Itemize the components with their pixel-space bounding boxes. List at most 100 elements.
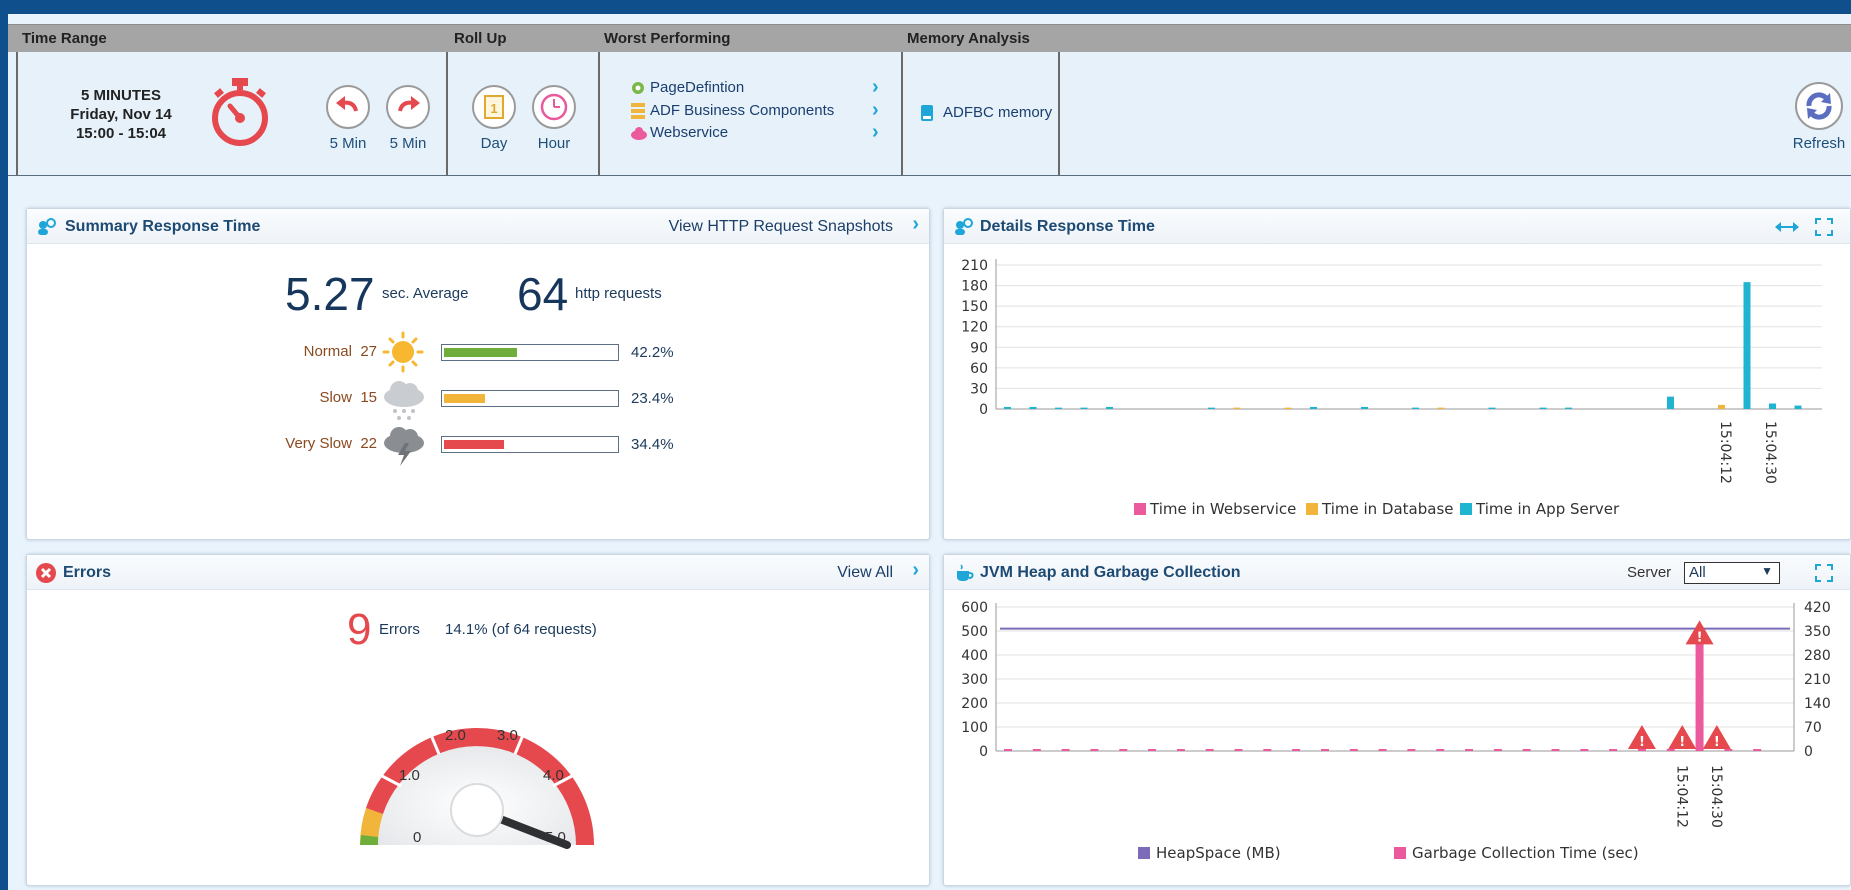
bar bbox=[1029, 406, 1037, 409]
y-tick-label: 180 bbox=[961, 279, 988, 295]
normal-count: 27 bbox=[360, 343, 377, 360]
memory-analysis-header: Memory Analysis bbox=[907, 30, 1030, 47]
view-all-link[interactable]: View All bbox=[837, 564, 893, 582]
error-gauge: 0 1.0 2.0 3.0 4.0 5.0 bbox=[360, 727, 594, 849]
y-tick-label: 120 bbox=[961, 320, 988, 336]
divider bbox=[901, 52, 903, 176]
y2-tick-label: 280 bbox=[1804, 648, 1831, 664]
y2-tick-label: 420 bbox=[1804, 600, 1831, 616]
y-tick-label: 210 bbox=[961, 258, 988, 274]
bar bbox=[1284, 407, 1292, 409]
very-slow-count: 22 bbox=[360, 435, 377, 452]
panel-header: Errors View All › bbox=[27, 555, 929, 590]
calendar-icon: 1 bbox=[484, 95, 504, 119]
y-tick-label: 150 bbox=[961, 299, 988, 315]
bar bbox=[1055, 407, 1062, 409]
error-icon bbox=[36, 563, 56, 583]
toolbar: 5 MINUTES Friday, Nov 14 15:00 - 15:04 5… bbox=[8, 52, 1851, 176]
y-tick-label: 100 bbox=[961, 720, 988, 736]
bar bbox=[1488, 407, 1496, 409]
cloud-snow-icon bbox=[384, 381, 424, 420]
chevron-right-icon[interactable]: › bbox=[912, 559, 919, 582]
bar bbox=[1769, 403, 1776, 409]
view-http-snapshots-link[interactable]: View HTTP Request Snapshots bbox=[669, 218, 893, 236]
panel-header: Summary Response Time View HTTP Request … bbox=[27, 209, 929, 244]
rollup-day-button[interactable]: 1 bbox=[472, 85, 516, 129]
jvm-chart: 0 100 200 300 400 500 600 0 70 140 210 280 350 420!!!… bbox=[961, 600, 1831, 862]
back-5min-button[interactable] bbox=[326, 85, 370, 129]
legend-label: Time in Database bbox=[1321, 500, 1454, 518]
stopwatch-icon bbox=[212, 78, 268, 146]
bar bbox=[1667, 396, 1674, 409]
panel-title: Summary Response Time bbox=[65, 218, 261, 235]
slow-pct: 23.4% bbox=[631, 390, 674, 407]
jvm-panel: JVM Heap and Garbage Collection Server A… bbox=[943, 554, 1851, 886]
bar bbox=[1743, 282, 1751, 409]
forward-5min-button[interactable] bbox=[386, 85, 430, 129]
y2-tick-label: 0 bbox=[1804, 744, 1813, 760]
request-count: 64 bbox=[517, 268, 569, 320]
very-slow-bar-fill bbox=[444, 440, 504, 449]
bar bbox=[1539, 407, 1547, 409]
bar bbox=[1437, 407, 1445, 409]
bar bbox=[1080, 407, 1088, 409]
bar bbox=[1565, 407, 1572, 409]
y-tick-label: 600 bbox=[961, 600, 988, 616]
slow-label: Slow 15 bbox=[319, 389, 377, 406]
worst-performing-header: Worst Performing bbox=[604, 30, 731, 47]
summary-response-panel: Summary Response Time View HTTP Request … bbox=[26, 208, 930, 540]
y-tick-label: 500 bbox=[961, 624, 988, 640]
gauge-tick-0: 0 bbox=[413, 829, 421, 846]
arrow-left-icon bbox=[336, 96, 358, 112]
refresh-icon bbox=[1806, 92, 1832, 120]
time-date: Friday, Nov 14 bbox=[70, 106, 172, 123]
database-icon bbox=[631, 103, 645, 119]
legend-label: HeapSpace (MB) bbox=[1156, 844, 1281, 862]
bar bbox=[1233, 407, 1241, 409]
normal-bar bbox=[441, 344, 619, 361]
bar bbox=[1310, 406, 1317, 409]
rollup-hour-label: Hour bbox=[537, 135, 571, 152]
y-tick-label: 60 bbox=[970, 361, 988, 377]
rollup-hour-button[interactable] bbox=[532, 85, 576, 129]
normal-bar-fill bbox=[444, 348, 518, 357]
legend-swatch bbox=[1394, 847, 1406, 859]
rollup-day-label: Day bbox=[480, 135, 508, 152]
divider bbox=[446, 52, 448, 176]
gauge-tick-2: 2.0 bbox=[445, 727, 466, 744]
clock-icon bbox=[540, 93, 568, 121]
x-tick-label: 15:04:12 bbox=[1673, 765, 1689, 828]
bar bbox=[1004, 406, 1011, 409]
roll-up-header: Roll Up bbox=[454, 30, 507, 47]
details-response-panel: Details Response Time 0 30 60 90 120 150 180 21… bbox=[943, 208, 1851, 540]
sun-icon bbox=[382, 331, 424, 373]
refresh-button[interactable] bbox=[1795, 82, 1843, 130]
legend-swatch bbox=[1460, 503, 1472, 515]
chevron-right-icon[interactable]: › bbox=[912, 213, 919, 236]
error-count: 9 bbox=[347, 605, 372, 654]
error-percentage: 14.1% (of 64 requests) bbox=[445, 621, 597, 638]
normal-pct: 42.2% bbox=[631, 344, 674, 361]
y-tick-label: 300 bbox=[961, 672, 988, 688]
y2-tick-label: 350 bbox=[1804, 624, 1831, 640]
divider bbox=[16, 52, 18, 176]
users-icon bbox=[38, 218, 56, 235]
details-chart: 0 30 60 90 120 150 180 210 15:04:12 15:04:30 Time … bbox=[961, 258, 1822, 518]
worst-item-label: Webservice bbox=[650, 124, 729, 141]
gauge-tick-4: 4.0 bbox=[543, 767, 564, 784]
bar bbox=[1208, 407, 1215, 409]
bar bbox=[1794, 405, 1802, 409]
slow-bar-fill bbox=[444, 394, 485, 403]
time-window: 5 MINUTES bbox=[80, 87, 161, 104]
worst-item-label: ADF Business Components bbox=[650, 102, 835, 119]
forward-5min-label: 5 Min bbox=[389, 135, 427, 152]
legend-label: Time in Webservice bbox=[1149, 500, 1296, 518]
bar bbox=[1106, 406, 1113, 409]
average-value: 5.27 bbox=[285, 268, 375, 320]
average-label: sec. Average bbox=[382, 285, 469, 302]
errors-panel: Errors View All › 9 Errors 14.1% (of 64 … bbox=[26, 554, 930, 886]
normal-label: Normal 27 bbox=[303, 343, 377, 360]
alert-glyph: ! bbox=[1679, 735, 1685, 750]
worst-item-label: PageDefintion bbox=[650, 79, 745, 96]
panel-title: Errors bbox=[63, 564, 112, 581]
